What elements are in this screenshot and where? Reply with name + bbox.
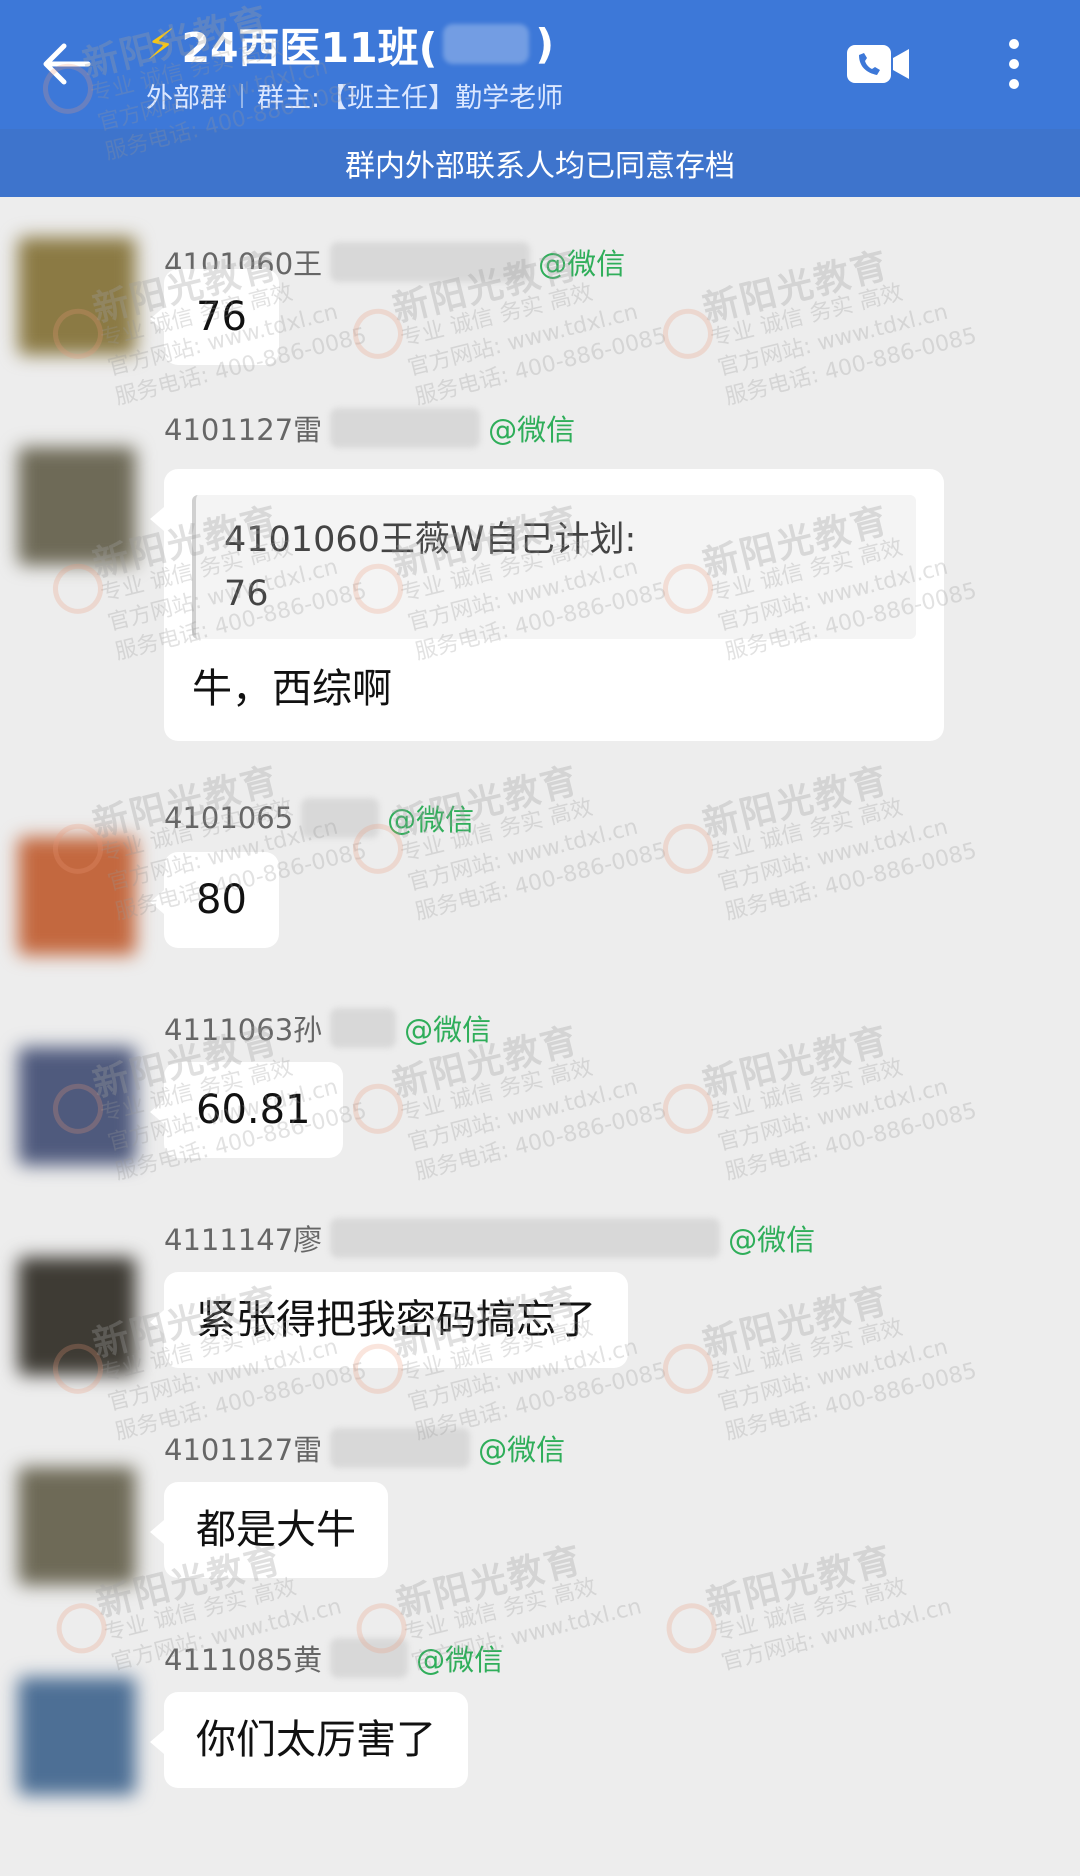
message-bubble[interactable]: 60.81: [150, 1062, 343, 1158]
blurred-name: [330, 1008, 397, 1048]
avatar[interactable]: [18, 1677, 136, 1795]
sender-name: 4111147廖 @微信: [164, 1217, 815, 1259]
message-list[interactable]: 4101060王 @微信 76 4101127雷 @微信 4101060王薇W自…: [0, 197, 1080, 1876]
sender-name: 4111063孙 @微信: [164, 1007, 491, 1049]
more-options-button[interactable]: [996, 28, 1032, 100]
chat-header: ⚡ 24西医11班( ) 外部群 群主:【班主任】勤学老师: [0, 0, 1080, 129]
wechat-tag: @微信: [538, 247, 626, 281]
sender-name: 4101127雷 @微信: [164, 407, 575, 449]
blurred-name: [330, 408, 481, 448]
message-bubble[interactable]: 你们太厉害了: [150, 1692, 468, 1788]
message-bubble[interactable]: 紧张得把我密码搞忘了: [150, 1272, 628, 1368]
lightning-icon: ⚡: [146, 19, 176, 69]
avatar[interactable]: [18, 1467, 136, 1585]
sender-name: 4101127雷 @微信: [164, 1427, 565, 1469]
video-call-icon: [847, 45, 909, 83]
wechat-tag: @微信: [416, 1643, 504, 1677]
divider: [241, 83, 243, 108]
sender-name: 4111085黄 @微信: [164, 1637, 503, 1679]
avatar[interactable]: [18, 1257, 136, 1375]
arrow-left-icon: [43, 43, 91, 85]
avatar[interactable]: [18, 1047, 136, 1165]
message-text: 牛，西综啊: [192, 666, 392, 712]
more-dot-icon: [1009, 79, 1019, 89]
video-call-button[interactable]: [845, 40, 911, 88]
group-subtitle: 外部群 群主:【班主任】勤学老师: [146, 76, 563, 115]
wechat-tag: @微信: [404, 1013, 492, 1047]
wechat-tag: @微信: [728, 1223, 816, 1257]
archive-notice: 群内外部联系人均已同意存档: [0, 129, 1080, 197]
blurred-name: [330, 1218, 721, 1258]
blurred-name: [330, 242, 531, 282]
message-bubble[interactable]: 4101060王薇W自己计划: 76 牛，西综啊: [150, 469, 944, 741]
quote-text: 76: [224, 574, 269, 614]
group-type: 外部群: [146, 83, 227, 114]
group-title-prefix: 24西医11班(: [181, 24, 438, 72]
group-title-suffix: ): [535, 20, 555, 68]
back-button[interactable]: [36, 34, 96, 94]
avatar[interactable]: [18, 447, 136, 565]
quoted-message[interactable]: 4101060王薇W自己计划: 76: [192, 495, 916, 639]
group-title: ⚡ 24西医11班( ): [146, 12, 554, 76]
quote-title: 4101060王薇W自己计划:: [224, 520, 637, 560]
blurred-name: [330, 1428, 471, 1468]
message-bubble[interactable]: 76: [150, 269, 279, 365]
wechat-tag: @微信: [488, 413, 576, 447]
blurred-name: [301, 798, 380, 838]
more-dot-icon: [1009, 39, 1019, 49]
more-dot-icon: [1009, 59, 1019, 69]
blurred-name: [443, 24, 530, 64]
wechat-tag: @微信: [387, 803, 475, 837]
message-bubble[interactable]: 都是大牛: [150, 1482, 388, 1578]
avatar[interactable]: [18, 237, 136, 355]
blurred-name: [330, 1638, 409, 1678]
avatar[interactable]: [18, 837, 136, 955]
sender-name: 4101065 @微信: [164, 797, 474, 839]
message-bubble[interactable]: 80: [150, 852, 279, 948]
wechat-tag: @微信: [478, 1433, 566, 1467]
group-owner: 群主:【班主任】勤学老师: [257, 83, 564, 114]
